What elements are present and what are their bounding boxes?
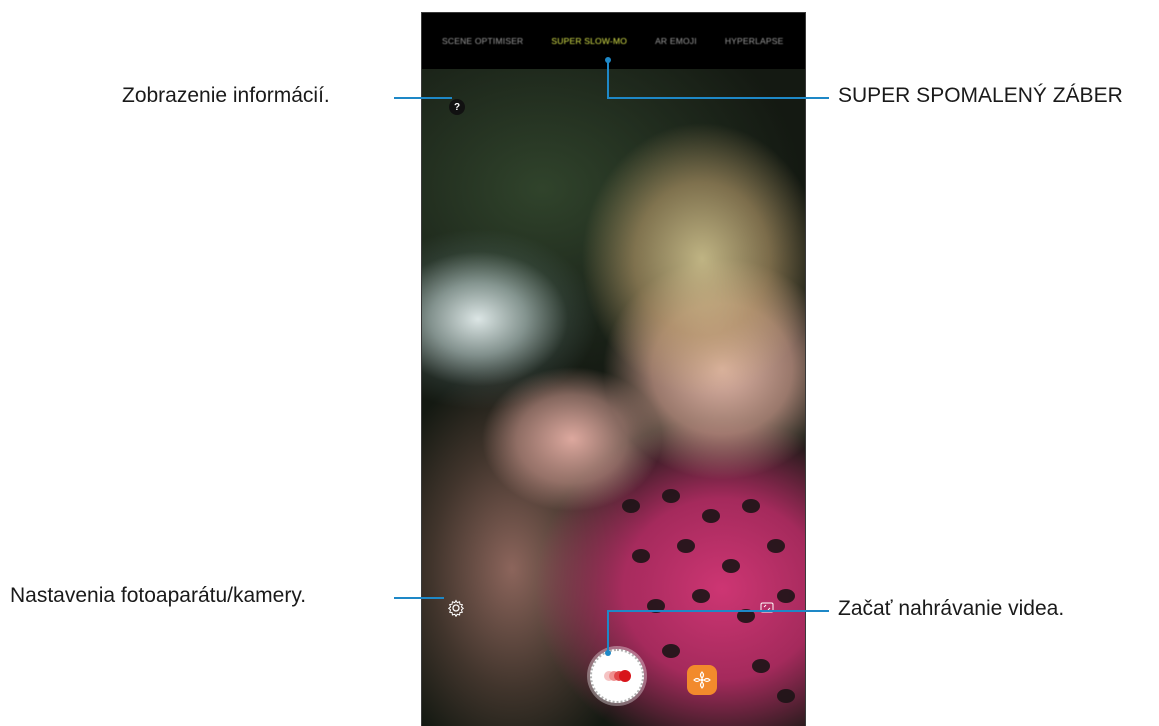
effects-flower-icon <box>693 671 711 689</box>
swimsuit-pattern <box>422 69 805 726</box>
callout-settings-label: Nastavenia fotoaparátu/kamery. <box>10 584 307 607</box>
camera-viewfinder: ? <box>422 69 805 726</box>
mode-ar-emoji[interactable]: AR EMOJI <box>641 36 711 46</box>
flip-camera-icon[interactable] <box>759 599 775 615</box>
record-super-slow-mo-icon <box>603 670 631 682</box>
camera-mode-bar: SCENE OPTIMISER SUPER SLOW-MO AR EMOJI H… <box>422 13 805 69</box>
manual-illustration: SCENE OPTIMISER SUPER SLOW-MO AR EMOJI H… <box>0 0 1159 726</box>
gear-icon[interactable] <box>447 599 465 617</box>
phone-screen: SCENE OPTIMISER SUPER SLOW-MO AR EMOJI H… <box>421 12 806 726</box>
mode-hyperlapse[interactable]: HYPERLAPSE <box>711 36 798 46</box>
callout-super-slow-mo-label: SUPER SPOMALENÝ ZÁBER <box>838 84 1123 107</box>
callout-info-label: Zobrazenie informácií. <box>122 84 330 107</box>
callout-start-recording-label: Začať nahrávanie videa. <box>838 597 1065 620</box>
callout-record-vertical-line <box>607 611 609 653</box>
effects-button[interactable] <box>687 665 717 695</box>
record-button[interactable] <box>590 649 644 703</box>
callout-mode-vertical-line <box>607 60 609 98</box>
help-question-icon[interactable]: ? <box>449 99 465 115</box>
callout-mode-horizontal-line <box>607 97 829 99</box>
callout-record-horizontal-line <box>607 610 829 612</box>
callout-settings-line <box>394 597 444 599</box>
callout-info-line <box>394 97 452 99</box>
mode-scene-optimiser[interactable]: SCENE OPTIMISER <box>428 36 537 46</box>
mode-super-slow-mo[interactable]: SUPER SLOW-MO <box>537 36 641 46</box>
